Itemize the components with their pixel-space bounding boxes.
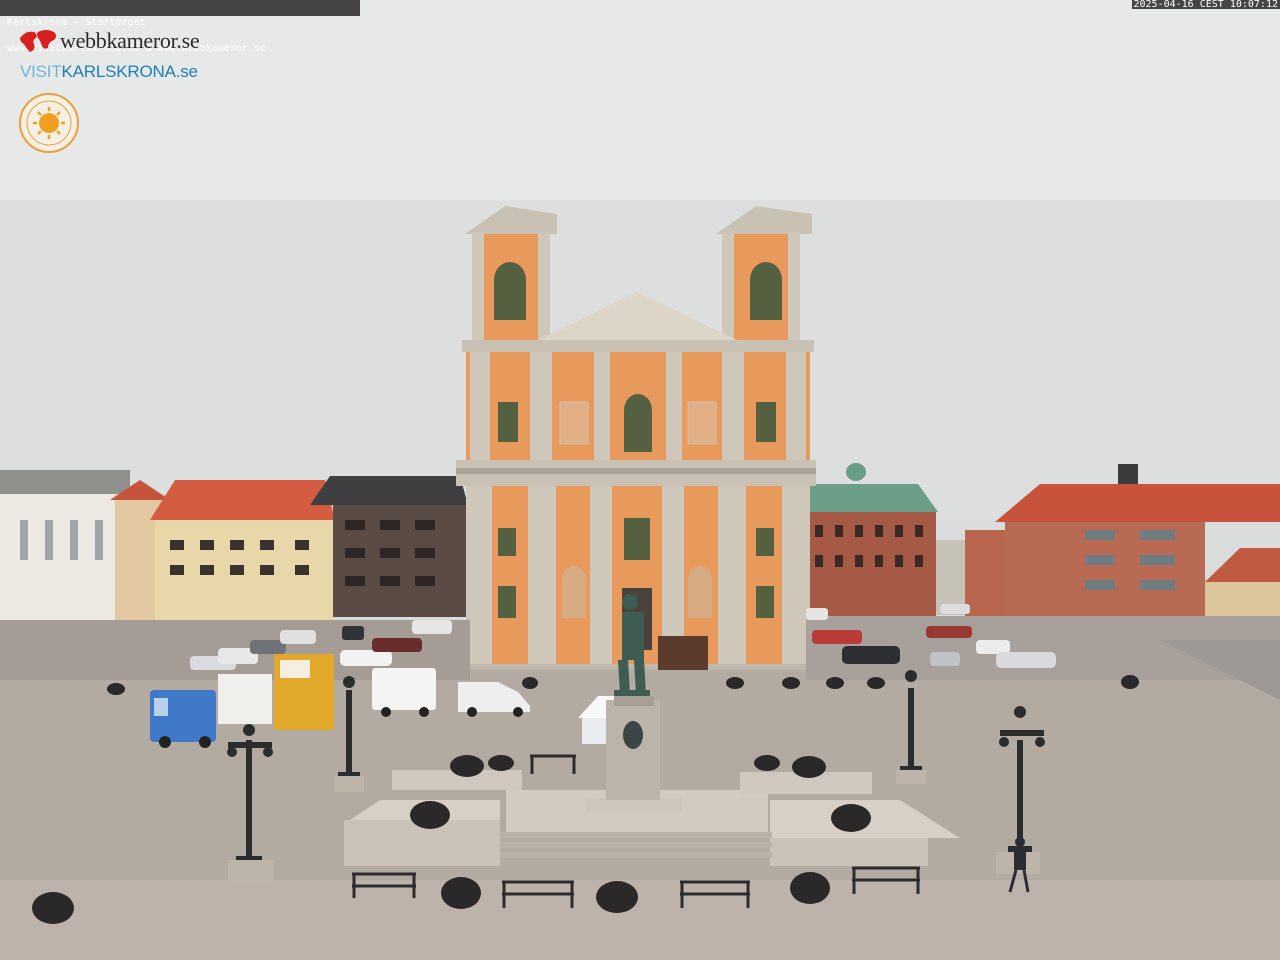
world-map-icon: [20, 30, 56, 52]
caption-location: Karlskrona - Stortorget: [7, 18, 146, 26]
webbkameror-logo-text: webbkameror.se: [60, 28, 200, 53]
caption-timestamp: 2025-04-16 CEST 10:07:12: [1131, 0, 1280, 10]
square-scene: [0, 0, 1280, 960]
camera-caption: Karlskrona - Stortorget www.visitkarlskr…: [0, 0, 360, 52]
visitkarlskrona-logo: VISITKARLSKRONA.se: [20, 62, 198, 81]
webcam-view: Karlskrona - Stortorget www.visitkarlskr…: [0, 0, 1280, 960]
webbkameror-logo: webbkameror.se: [18, 26, 200, 56]
sunniest-city-badge: [19, 93, 79, 153]
